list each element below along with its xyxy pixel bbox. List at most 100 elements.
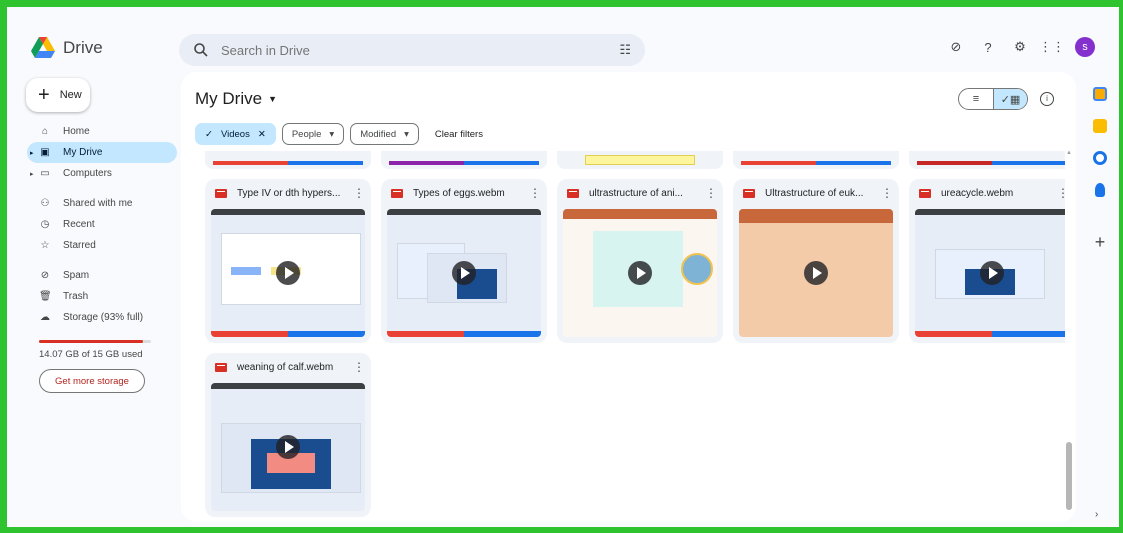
sidebar-item-storage[interactable]: ☁ Storage (93% full) [27, 307, 177, 328]
file-card[interactable]: Ultrastructure of euk... ⋮ [733, 179, 899, 343]
more-options-icon[interactable]: ⋮ [705, 186, 717, 200]
file-card[interactable]: ultrastructure of ani... ⋮ [557, 179, 723, 343]
more-options-icon[interactable]: ⋮ [529, 186, 541, 200]
people-icon: ⚇ [40, 198, 50, 209]
file-card[interactable]: weaning of calf.webm ⋮ [205, 353, 371, 517]
contacts-icon[interactable] [1095, 183, 1105, 197]
new-button[interactable]: + New [26, 78, 90, 112]
more-options-icon[interactable]: ⋮ [353, 360, 365, 374]
file-card[interactable]: Types of eggs.webm ⋮ [381, 179, 547, 343]
modified-filter-chip[interactable]: Modified ▾ [350, 123, 419, 145]
side-panel-rail: + [1085, 87, 1115, 251]
clock-icon: ◷ [40, 219, 50, 230]
clear-filters-button[interactable]: Clear filters [425, 129, 493, 140]
file-card-partial[interactable] [909, 151, 1065, 169]
tasks-icon[interactable] [1093, 151, 1107, 165]
sidebar-item-shared[interactable]: ⚇ Shared with me [27, 193, 177, 214]
list-view-icon[interactable]: ≡ [959, 89, 993, 109]
help-icon[interactable]: ? [979, 38, 997, 56]
storage-usage-text: 14.07 GB of 15 GB used [39, 349, 143, 360]
get-more-storage-button[interactable]: Get more storage [39, 369, 145, 393]
storage-progress-fill [39, 340, 144, 343]
home-icon: ⌂ [41, 126, 49, 137]
scrollbar[interactable] [1066, 442, 1072, 510]
sidebar-item-label: Recent [63, 219, 95, 230]
new-button-label: New [59, 89, 82, 101]
search-bar[interactable]: ☷ [179, 34, 645, 66]
video-thumbnail[interactable] [387, 209, 541, 337]
file-card-partial[interactable] [381, 151, 547, 169]
type-filter-chip[interactable]: ✓ Videos ✕ [195, 123, 276, 145]
play-icon [804, 261, 828, 285]
thumbnail-strip [741, 161, 891, 165]
search-icon[interactable] [193, 42, 209, 58]
storage-progress-bar [39, 340, 151, 343]
sidebar-item-recent[interactable]: ◷ Recent [27, 214, 177, 235]
trash-icon: 🗑 [39, 291, 52, 302]
info-icon[interactable]: i [1040, 92, 1054, 106]
sidebar-item-home[interactable]: ⌂ Home [27, 121, 177, 142]
app-name: Drive [63, 38, 103, 57]
clear-filter-close-icon[interactable]: ✕ [258, 129, 266, 140]
video-thumbnail[interactable] [563, 209, 717, 337]
calendar-icon[interactable] [1093, 87, 1107, 101]
video-file-icon [391, 188, 403, 198]
file-card-partial[interactable] [733, 151, 899, 169]
spam-icon: ⊘ [40, 270, 50, 281]
drive-logo[interactable]: Drive [31, 37, 103, 59]
apps-grid-icon[interactable]: ⋮⋮ [1039, 38, 1065, 56]
avatar[interactable]: s [1075, 37, 1095, 57]
search-options-icon[interactable]: ☷ [619, 42, 631, 58]
sidebar-item-spam[interactable]: ⊘ Spam [27, 265, 177, 286]
file-card-partial[interactable] [557, 151, 723, 169]
file-name: ultrastructure of ani... [589, 187, 683, 199]
video-thumbnail[interactable] [211, 383, 365, 511]
video-file-icon [919, 188, 931, 198]
add-addon-plus-icon[interactable]: + [1095, 233, 1106, 251]
video-thumbnail[interactable] [211, 209, 365, 337]
file-grid: Type IV or dth hypers... ⋮ Types of eggs… [195, 151, 1065, 522]
file-card[interactable]: Type IV or dth hypers... ⋮ [205, 179, 371, 343]
sidebar-item-computers[interactable]: ▸ ▭ Computers [27, 163, 177, 184]
chevron-right-icon[interactable]: › [1095, 509, 1098, 520]
sidebar-item-my-drive[interactable]: ▸ ▣ My Drive [27, 142, 177, 163]
drive-logo-icon [31, 37, 55, 58]
settings-gear-icon[interactable]: ⚙ [1011, 38, 1029, 56]
people-filter-label: People [291, 128, 322, 140]
search-input[interactable] [221, 42, 620, 58]
more-options-icon[interactable]: ⋮ [353, 186, 365, 200]
sidebar-item-trash[interactable]: 🗑 Trash [27, 286, 177, 307]
page-title[interactable]: My Drive ▼ [195, 89, 277, 109]
page-title-text: My Drive [195, 89, 263, 108]
my-drive-icon: ▣ [40, 147, 50, 158]
video-thumbnail[interactable] [915, 209, 1065, 337]
sidebar-item-label: Computers [63, 168, 112, 179]
sidebar-item-label: Starred [63, 240, 96, 251]
modified-filter-label: Modified [360, 128, 397, 140]
sidebar-item-label: Shared with me [63, 198, 133, 209]
thumbnail-strip [389, 161, 539, 165]
expand-caret-icon[interactable]: ▸ [30, 170, 34, 178]
video-file-icon [215, 362, 227, 372]
sidebar-item-label: Trash [63, 291, 89, 302]
computer-icon: ▭ [40, 168, 50, 179]
video-file-icon [567, 188, 579, 198]
offline-ready-icon[interactable]: ⊘ [947, 38, 965, 56]
file-card[interactable]: ureacycle.webm ⋮ [909, 179, 1065, 343]
more-options-icon[interactable]: ⋮ [881, 186, 893, 200]
keep-icon[interactable] [1093, 119, 1107, 133]
more-options-icon[interactable]: ⋮ [1057, 186, 1065, 200]
people-filter-chip[interactable]: People ▾ [281, 123, 345, 145]
file-card-partial[interactable] [205, 151, 371, 169]
file-name: weaning of calf.webm [237, 361, 334, 373]
thumbnail-strip [213, 161, 363, 165]
scroll-up-arrow-icon[interactable]: ▲ [1066, 150, 1072, 156]
cloud-icon: ☁ [40, 312, 50, 323]
header-actions: ⊘ ? ⚙ ⋮⋮ s [947, 37, 1095, 57]
sidebar-item-starred[interactable]: ☆ Starred [27, 235, 177, 256]
expand-caret-icon[interactable]: ▸ [30, 149, 34, 157]
video-thumbnail[interactable] [739, 209, 893, 337]
sidebar-item-label: Home [63, 126, 90, 137]
thumbnail-strip [917, 161, 1065, 165]
grid-view-icon[interactable]: ✓▦ [993, 89, 1027, 109]
